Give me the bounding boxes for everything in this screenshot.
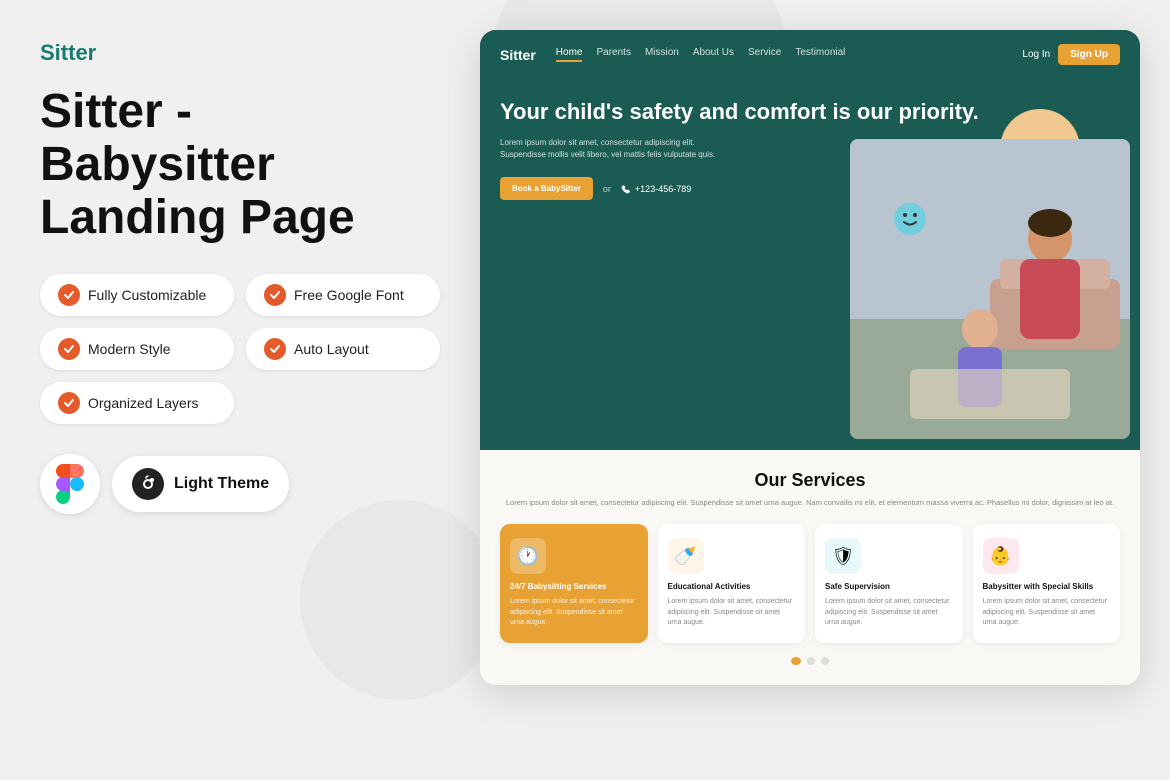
theme-badge: Light Theme [112, 456, 289, 512]
service-name-special: Babysitter with Special Skills [983, 582, 1111, 591]
service-card-247[interactable]: 🕐 24/7 Babysitting Services Lorem ipsum … [500, 524, 648, 643]
check-icon-1 [58, 284, 80, 306]
service-text-special: Lorem ipsum dolor sit amet, consectetur … [983, 597, 1111, 629]
check-icon-5 [58, 392, 80, 414]
hero-description: Lorem ipsum dolor sit amet, consectetur … [500, 137, 720, 161]
nav-link-testimonial[interactable]: Testimonial [795, 47, 845, 62]
hero-content: Your child's safety and comfort is our p… [480, 79, 1140, 419]
bg-decoration-circle-2 [300, 500, 500, 700]
services-title: Our Services [500, 470, 1120, 491]
feature-fully-customizable: Fully Customizable [40, 274, 234, 316]
brand-name: Sitter [40, 40, 440, 66]
service-name-supervision: Safe Supervision [825, 582, 953, 591]
service-name-247: 24/7 Babysitting Services [510, 582, 638, 591]
service-card-supervision[interactable]: 🛡 Safe Supervision Lorem ipsum dolor sit… [815, 524, 963, 643]
preview-hero: Sitter Home Parents Mission About Us Ser… [480, 30, 1140, 450]
dot-2[interactable] [807, 657, 815, 665]
figma-badge[interactable] [40, 454, 100, 514]
service-icon-educational: 🍼 [668, 538, 704, 574]
hero-title: Your child's safety and comfort is our p… [500, 99, 1120, 125]
service-icon-247: 🕐 [510, 538, 546, 574]
check-icon-4 [264, 338, 286, 360]
service-text-247: Lorem ipsum dolor sit amet, consectetur … [510, 597, 638, 629]
services-description: Lorem ipsum dolor sit amet, consectetur … [500, 497, 1120, 508]
website-preview: Sitter Home Parents Mission About Us Ser… [480, 30, 1140, 685]
nav-link-parents[interactable]: Parents [596, 47, 630, 62]
bottom-badges: Light Theme [40, 454, 440, 514]
hero-text: Your child's safety and comfort is our p… [500, 89, 1120, 399]
check-icon-3 [58, 338, 80, 360]
nav-login[interactable]: Log In [1022, 49, 1050, 60]
preview-services: Our Services Lorem ipsum dolor sit amet,… [480, 450, 1140, 685]
nav-actions: Log In Sign Up [1022, 44, 1120, 65]
hero-cta: Book a BabySitter or +123-456-789 [500, 177, 1120, 200]
services-cards: 🕐 24/7 Babysitting Services Lorem ipsum … [500, 524, 1120, 643]
dot-3[interactable] [821, 657, 829, 665]
service-icon-special: 👶 [983, 538, 1019, 574]
or-text: or [603, 184, 611, 194]
service-text-supervision: Lorem ipsum dolor sit amet, consectetur … [825, 597, 953, 629]
feature-auto-layout: Auto Layout [246, 328, 440, 370]
nav-signup-button[interactable]: Sign Up [1058, 44, 1120, 65]
nav-link-service[interactable]: Service [748, 47, 781, 62]
main-title: Sitter - Babysitter Landing Page [40, 86, 440, 244]
preview-navbar: Sitter Home Parents Mission About Us Ser… [480, 30, 1140, 79]
feature-organized-layers: Organized Layers [40, 382, 234, 424]
service-card-special[interactable]: 👶 Babysitter with Special Skills Lorem i… [973, 524, 1121, 643]
dot-1[interactable] [791, 657, 801, 665]
left-panel: Sitter Sitter - Babysitter Landing Page … [40, 40, 440, 514]
phone-text: +123-456-789 [621, 184, 691, 194]
service-name-educational: Educational Activities [668, 582, 796, 591]
theme-icon [132, 468, 164, 500]
service-icon-supervision: 🛡 [825, 538, 861, 574]
nav-link-home[interactable]: Home [556, 47, 583, 62]
nav-brand: Sitter [500, 47, 536, 63]
service-card-educational[interactable]: 🍼 Educational Activities Lorem ipsum dol… [658, 524, 806, 643]
pagination-dots [500, 657, 1120, 665]
features-grid: Fully Customizable Free Google Font Mode… [40, 274, 440, 424]
nav-link-about[interactable]: About Us [693, 47, 734, 62]
service-text-educational: Lorem ipsum dolor sit amet, consectetur … [668, 597, 796, 629]
nav-link-mission[interactable]: Mission [645, 47, 679, 62]
nav-links: Home Parents Mission About Us Service Te… [556, 47, 1023, 62]
feature-free-google-font: Free Google Font [246, 274, 440, 316]
feature-modern-style: Modern Style [40, 328, 234, 370]
book-babysitter-button[interactable]: Book a BabySitter [500, 177, 593, 200]
check-icon-2 [264, 284, 286, 306]
